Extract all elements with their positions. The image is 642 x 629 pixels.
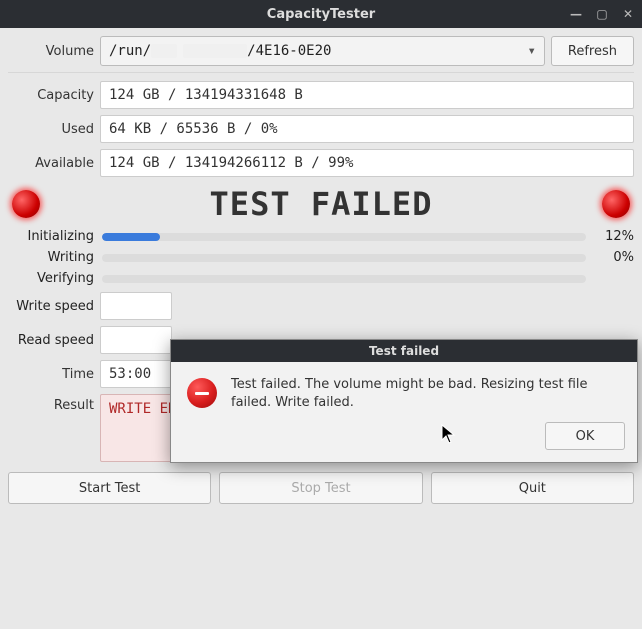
- read-speed-field: [100, 326, 172, 354]
- write-speed-label: Write speed: [8, 299, 94, 314]
- error-icon: [187, 378, 217, 408]
- volume-value-redacted2: [183, 44, 247, 58]
- dialog-ok-button[interactable]: OK: [545, 422, 625, 450]
- initializing-track: [102, 233, 586, 241]
- write-speed-field: [100, 292, 172, 320]
- status-text: TEST FAILED: [44, 185, 598, 223]
- stop-test-button[interactable]: Stop Test: [219, 472, 422, 504]
- refresh-button[interactable]: Refresh: [551, 36, 634, 66]
- quit-button[interactable]: Quit: [431, 472, 634, 504]
- test-failed-dialog: Test failed Test failed. The volume migh…: [170, 339, 638, 463]
- capacity-field: 124 GB / 134194331648 B: [100, 81, 634, 109]
- volume-label: Volume: [8, 44, 94, 59]
- initializing-bar: [102, 233, 160, 241]
- close-icon[interactable]: ✕: [620, 6, 636, 22]
- writing-label: Writing: [8, 250, 94, 265]
- used-label: Used: [8, 122, 94, 137]
- start-test-button[interactable]: Start Test: [8, 472, 211, 504]
- status-led-left: [12, 190, 40, 218]
- window-title: CapacityTester: [267, 7, 375, 22]
- dialog-title: Test failed: [171, 340, 637, 362]
- volume-select[interactable]: /run/ /4E16-0E20 ▾: [100, 36, 545, 66]
- available-field: 124 GB / 134194266112 B / 99%: [100, 149, 634, 177]
- status-led-right: [602, 190, 630, 218]
- divider: [8, 72, 634, 73]
- volume-value-redacted: [151, 44, 177, 58]
- window-titlebar: CapacityTester — ▢ ✕: [0, 0, 642, 28]
- writing-percent: 0%: [594, 250, 634, 265]
- time-label: Time: [8, 367, 94, 382]
- chevron-down-icon: ▾: [527, 43, 535, 59]
- verifying-track: [102, 275, 586, 283]
- dialog-message: Test failed. The volume might be bad. Re…: [231, 376, 621, 412]
- minimize-icon[interactable]: —: [568, 6, 584, 22]
- verifying-label: Verifying: [8, 271, 94, 286]
- used-field: 64 KB / 65536 B / 0%: [100, 115, 634, 143]
- result-label: Result: [8, 394, 94, 413]
- available-label: Available: [8, 156, 94, 171]
- initializing-label: Initializing: [8, 229, 94, 244]
- read-speed-label: Read speed: [8, 333, 94, 348]
- maximize-icon[interactable]: ▢: [594, 6, 610, 22]
- writing-track: [102, 254, 586, 262]
- volume-value-suffix: /4E16-0E20: [247, 43, 331, 59]
- capacity-label: Capacity: [8, 88, 94, 103]
- volume-value-prefix: /run/: [109, 43, 151, 59]
- initializing-percent: 12%: [594, 229, 634, 244]
